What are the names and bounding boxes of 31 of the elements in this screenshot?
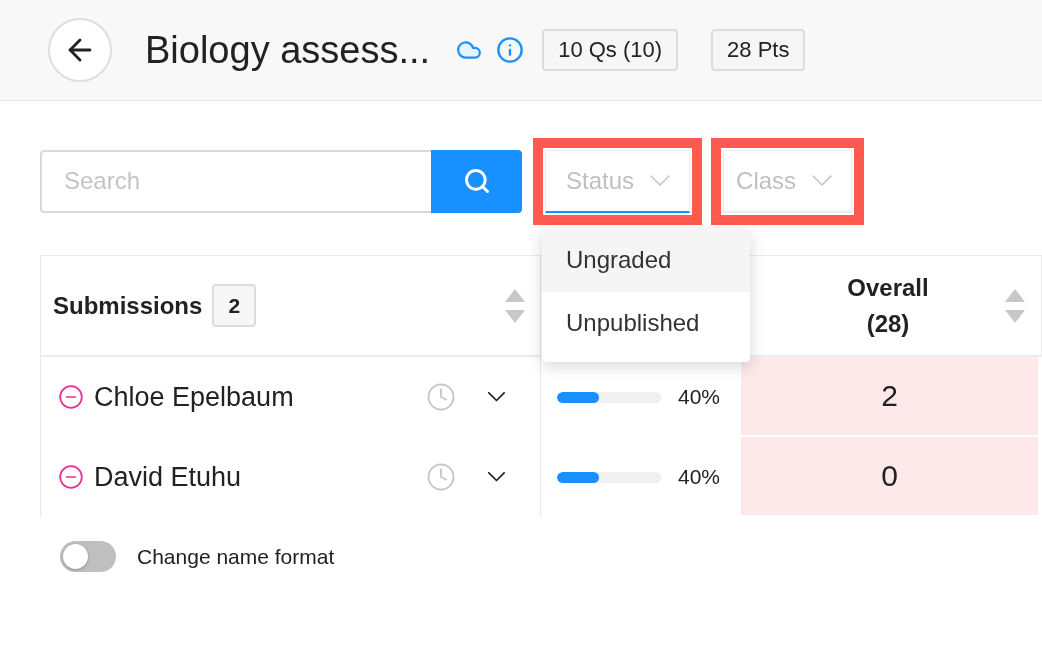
count-badge: 2 xyxy=(212,284,257,327)
student-name[interactable]: David Etuhu xyxy=(94,461,426,493)
progress-percent: 40% xyxy=(678,465,721,489)
info-icon[interactable] xyxy=(496,36,525,64)
toggle-label: Change name format xyxy=(137,544,335,569)
minus-circle-icon xyxy=(58,464,84,490)
chevron-down-icon xyxy=(812,175,833,186)
score-value: 2 xyxy=(881,379,898,413)
chevron-down-icon[interactable] xyxy=(488,472,505,482)
search-icon xyxy=(462,167,491,195)
column-header: Overall xyxy=(847,273,929,302)
clock-icon xyxy=(426,382,456,412)
toggle-switch[interactable] xyxy=(60,541,116,572)
progress-percent: 40% xyxy=(678,385,721,409)
menu-item[interactable]: Unpublished xyxy=(542,291,750,355)
minus-circle-icon xyxy=(58,384,84,410)
menu-item[interactable]: Ungraded xyxy=(542,228,750,292)
count-badge: 10 Qs (10) xyxy=(542,29,679,71)
count-badge: 28 Pts xyxy=(711,29,806,71)
chevron-down-icon xyxy=(650,175,671,186)
search-field[interactable]: Search xyxy=(40,149,431,213)
assessment-title: Biology assess... xyxy=(145,28,431,72)
student-name[interactable]: Chloe Epelbaum xyxy=(94,381,426,413)
sort-arrows-icon[interactable] xyxy=(505,288,525,323)
column-points: (28) xyxy=(866,309,910,338)
chevron-down-icon[interactable] xyxy=(488,392,505,402)
search-button[interactable] xyxy=(431,149,522,213)
score-value: 0 xyxy=(881,459,898,493)
clock-icon xyxy=(426,462,456,492)
column-header: Submissions xyxy=(53,291,203,320)
sort-arrows-icon[interactable] xyxy=(1005,288,1025,323)
